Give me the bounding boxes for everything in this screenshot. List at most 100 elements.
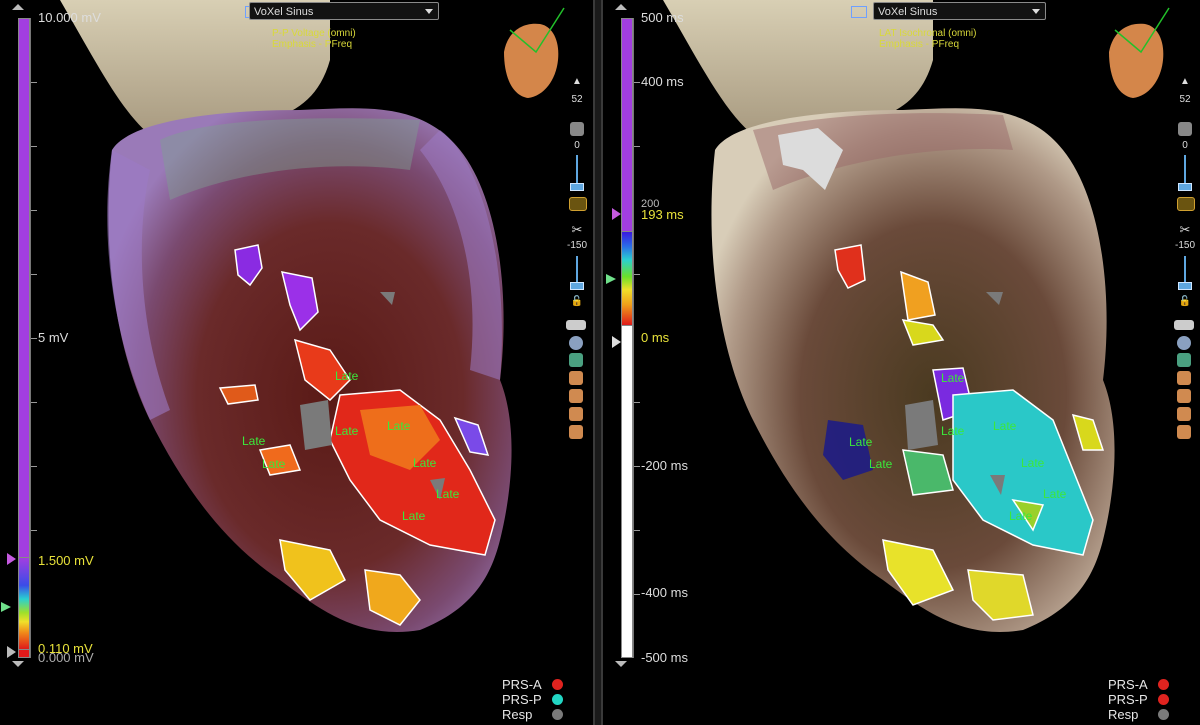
lower-threshold-handle[interactable] — [7, 646, 16, 658]
late-label: Late — [1021, 456, 1045, 470]
emphasis-label: Emphasis - PFreq — [879, 39, 960, 50]
upper-threshold-label: 1.500 mV — [38, 553, 94, 568]
opacity-icon[interactable] — [1178, 122, 1192, 136]
torso-left-icon[interactable] — [1177, 407, 1191, 421]
voltage-3d-map[interactable]: Late Late Late Late Late Late Late Late — [0, 0, 593, 725]
scale-neg200-label: -200 ms — [641, 458, 688, 473]
map-type-label: LAT Isochronal (omni) — [879, 28, 977, 39]
map-select[interactable]: VoXel Sinus — [873, 2, 1046, 20]
panel-divider[interactable] — [593, 0, 603, 725]
clip-value: -150 — [1174, 240, 1195, 251]
voltage-scale-bar[interactable] — [18, 18, 30, 558]
catheter-icon[interactable] — [1177, 353, 1191, 367]
clip-slider[interactable] — [576, 256, 578, 284]
status-dot — [552, 694, 563, 705]
late-label: Late — [993, 419, 1017, 433]
legend-label: PRS-A — [1108, 677, 1148, 692]
torso-right-icon[interactable] — [569, 425, 583, 439]
scale-neg400-label: -400 ms — [641, 585, 688, 600]
scale-down-arrow[interactable] — [615, 661, 627, 667]
torso-orientation-icon[interactable] — [490, 0, 570, 100]
scale-axis — [633, 18, 634, 658]
late-label: Late — [941, 424, 965, 438]
lower-threshold-handle[interactable] — [612, 336, 621, 348]
map-select[interactable]: VoXel Sinus — [249, 2, 439, 20]
snapshot-icon[interactable] — [569, 197, 587, 211]
torso-front-icon[interactable] — [1177, 371, 1191, 385]
eye-icon[interactable] — [569, 336, 583, 350]
scale-mid-label: 5 mV — [38, 330, 69, 345]
scale-down-arrow[interactable] — [12, 661, 24, 667]
scale-tick — [634, 594, 640, 595]
clip-slider-knob[interactable] — [570, 282, 584, 290]
mountain-icon[interactable]: ▲ — [566, 76, 588, 87]
catheter-icon[interactable] — [569, 353, 583, 367]
torso-front-icon[interactable] — [569, 371, 583, 385]
scale-tick — [31, 338, 37, 339]
torso-back-icon[interactable] — [1177, 389, 1191, 403]
zero-label: 0 ms — [641, 330, 670, 345]
eye-icon[interactable] — [1177, 336, 1191, 350]
clip-slider[interactable] — [1184, 256, 1186, 284]
scale-tick — [31, 146, 37, 147]
scale-tick — [31, 402, 37, 403]
torso-left-icon[interactable] — [569, 407, 583, 421]
scale-tick — [31, 82, 37, 83]
scale-tick — [634, 274, 640, 275]
opacity-slider[interactable] — [576, 155, 578, 185]
dropdown-icon[interactable] — [1174, 320, 1194, 330]
scale-tick — [31, 274, 37, 275]
late-label: Late — [242, 434, 266, 448]
reference-pointer[interactable] — [606, 274, 616, 284]
late-label: Late — [1009, 509, 1033, 523]
lat-white-bar — [621, 326, 633, 658]
scissors-icon[interactable]: ✂ — [566, 222, 588, 238]
legend-label: Resp — [502, 707, 533, 722]
upper-threshold-handle[interactable] — [612, 208, 621, 220]
snapshot-icon[interactable] — [1177, 197, 1195, 211]
opacity-icon[interactable] — [570, 122, 584, 136]
late-label: Late — [1043, 487, 1067, 501]
opacity-value: 0 — [574, 140, 580, 151]
scale-tick — [634, 146, 640, 147]
legend-label: PRS-A — [502, 677, 542, 692]
map-select-value: VoXel Sinus — [254, 6, 314, 18]
lat-3d-map[interactable]: Late Late Late Late Late Late Late Late — [603, 0, 1200, 725]
legend-label: PRS-P — [502, 692, 542, 707]
opacity-slider[interactable] — [1184, 155, 1186, 185]
status-dot — [552, 709, 563, 720]
torso-back-icon[interactable] — [569, 389, 583, 403]
torso-right-icon[interactable] — [1177, 425, 1191, 439]
upper-threshold-label: 193 ms — [641, 207, 684, 222]
reference-pointer[interactable] — [1, 602, 11, 612]
scale-top-label: 10.000 mV — [38, 10, 101, 25]
opacity-slider-knob[interactable] — [1178, 183, 1192, 191]
scale-tick — [634, 466, 640, 467]
status-dot — [1158, 694, 1169, 705]
scale-up-arrow[interactable] — [12, 4, 24, 10]
mountain-icon[interactable]: ▲ — [1174, 76, 1196, 87]
torso-orientation-icon[interactable] — [1095, 0, 1175, 100]
emphasis-label: Emphasis - PFreq — [272, 39, 353, 50]
scale-bottom-label: -500 ms — [641, 650, 688, 665]
lock-icon[interactable]: 🔓 — [1174, 296, 1196, 307]
upper-threshold-handle[interactable] — [7, 553, 16, 565]
lat-scale-bar[interactable] — [621, 18, 633, 232]
scale-tick — [634, 530, 640, 531]
opacity-slider-knob[interactable] — [570, 183, 584, 191]
lat-map-panel: Late Late Late Late Late Late Late Late … — [603, 0, 1200, 725]
map-type-label: P-P Voltage (omni) — [272, 28, 356, 39]
view-value: 52 — [1179, 94, 1191, 105]
clip-value: -150 — [566, 240, 587, 251]
clip-slider-knob[interactable] — [1178, 282, 1192, 290]
late-label: Late — [849, 435, 873, 449]
late-label: Late — [941, 371, 965, 385]
late-label: Late — [436, 487, 460, 501]
dropdown-icon[interactable] — [566, 320, 586, 330]
scale-tick — [634, 402, 640, 403]
chevron-down-icon — [425, 9, 433, 14]
late-label: Late — [335, 424, 359, 438]
scale-up-arrow[interactable] — [615, 4, 627, 10]
lock-icon[interactable]: 🔓 — [566, 296, 588, 307]
scissors-icon[interactable]: ✂ — [1174, 222, 1196, 238]
